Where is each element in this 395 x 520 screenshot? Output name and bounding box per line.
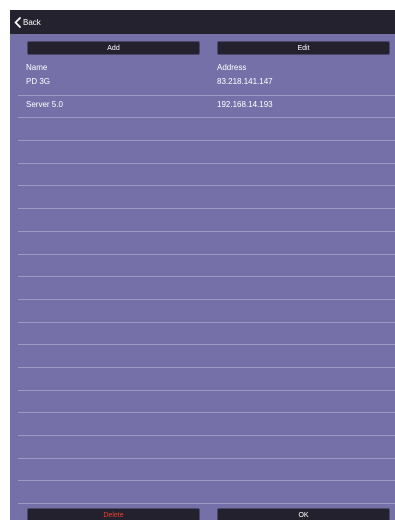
table-row[interactable] xyxy=(18,436,395,459)
ok-button-label: OK xyxy=(298,511,309,519)
edit-button-label: Edit xyxy=(297,44,310,52)
add-button[interactable]: Add xyxy=(27,41,200,55)
table-row[interactable] xyxy=(18,255,395,278)
row-address-cell: 83.218.141.147 xyxy=(217,77,273,86)
navigation-bar: Back xyxy=(10,10,395,34)
table-row[interactable]: Server 5.0 192.168.14.193 xyxy=(18,96,395,119)
ok-button[interactable]: OK xyxy=(217,508,390,520)
table-row[interactable] xyxy=(18,413,395,436)
table-row[interactable] xyxy=(18,209,395,232)
app-screen: Back Add Edit Name Address PD 3G 83.218.1… xyxy=(10,10,395,520)
edit-button[interactable]: Edit xyxy=(217,41,390,55)
back-button[interactable]: Back xyxy=(14,14,41,30)
chevron-left-icon xyxy=(14,16,21,28)
table-row[interactable] xyxy=(18,481,395,505)
add-button-label: Add xyxy=(107,44,120,52)
back-label: Back xyxy=(23,17,41,27)
table-row[interactable] xyxy=(18,368,395,391)
delete-button[interactable]: Delete xyxy=(27,508,200,520)
table-row[interactable] xyxy=(18,459,395,482)
table-row[interactable] xyxy=(18,164,395,187)
table-row[interactable]: PD 3G 83.218.141.147 xyxy=(18,73,395,96)
table-row[interactable] xyxy=(18,277,395,300)
table-row[interactable] xyxy=(18,391,395,414)
table-row[interactable] xyxy=(18,232,395,255)
table-row[interactable] xyxy=(18,323,395,346)
row-name-cell: Server 5.0 xyxy=(26,99,63,109)
server-table: PD 3G 83.218.141.147 Server 5.0 192.168.14.… xyxy=(18,73,395,505)
row-name-cell: PD 3G xyxy=(26,77,51,86)
table-row[interactable] xyxy=(18,118,395,142)
table-row[interactable] xyxy=(18,186,395,210)
column-header-name: Name xyxy=(26,63,48,72)
table-row[interactable] xyxy=(18,141,395,164)
row-address-cell: 192.168.14.193 xyxy=(217,99,273,109)
column-header-address: Address xyxy=(217,63,247,72)
table-row[interactable] xyxy=(18,300,395,323)
delete-button-label: Delete xyxy=(103,511,124,519)
table-row[interactable] xyxy=(18,345,395,368)
